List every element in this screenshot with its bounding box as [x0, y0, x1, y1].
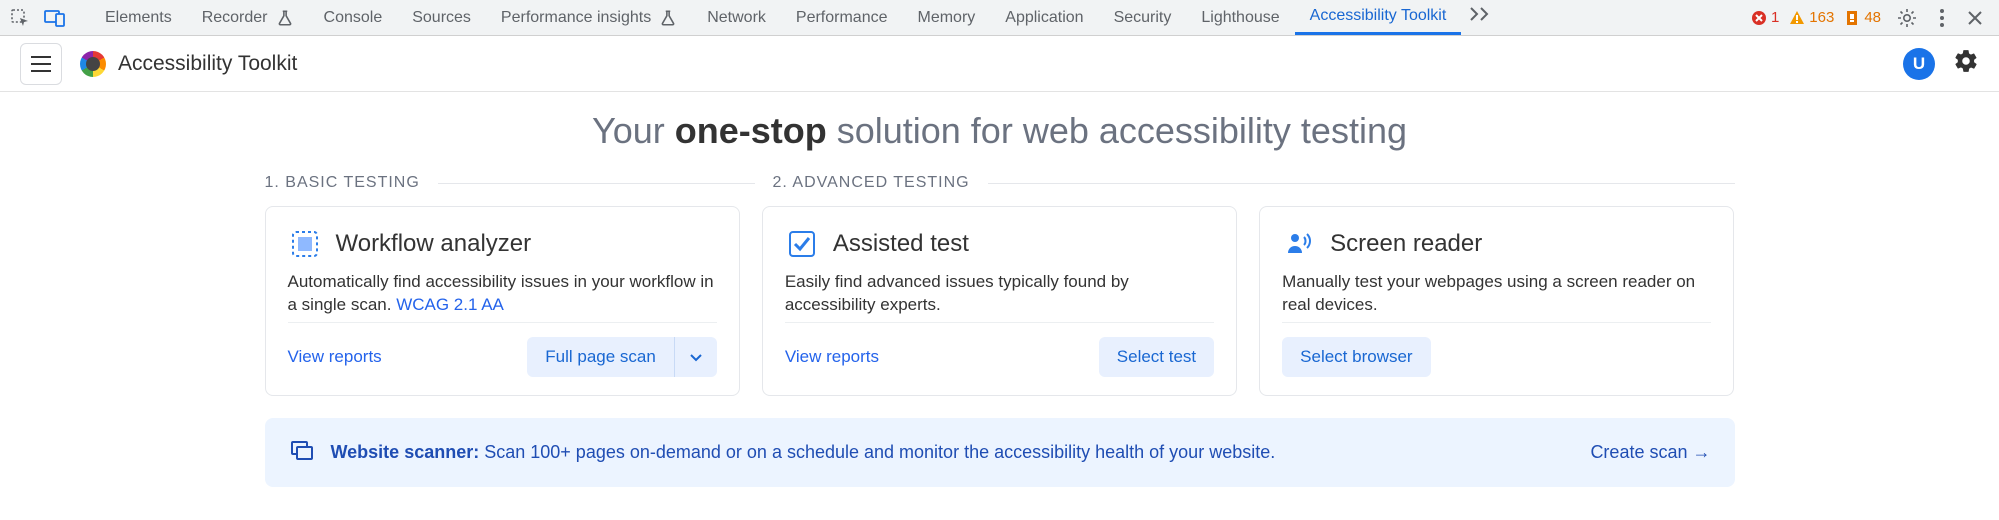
card-title: Workflow analyzer — [336, 230, 532, 258]
screen-reader-icon — [1282, 227, 1316, 261]
tab-label: Elements — [105, 9, 172, 27]
card-description: Automatically find accessibility issues … — [288, 271, 717, 317]
devtools-tab-lighthouse[interactable]: Lighthouse — [1186, 0, 1294, 35]
tab-label: Lighthouse — [1201, 9, 1279, 27]
section-label-advanced: 2. ADVANCED TESTING — [755, 174, 988, 192]
headline-post: solution for web accessibility testing — [827, 110, 1407, 151]
devtools-tab-memory[interactable]: Memory — [903, 0, 991, 35]
headline: Your one-stop solution for web accessibi… — [0, 110, 1999, 152]
card-actions: Select browser — [1282, 322, 1711, 377]
tab-label: Application — [1005, 9, 1083, 27]
devtools-close-icon[interactable] — [1961, 10, 1989, 26]
issue-count-badge[interactable]: 48 — [1844, 9, 1881, 26]
banner-text: Website scanner: Scan 100+ pages on-dema… — [331, 442, 1276, 463]
tab-label: Security — [1114, 9, 1172, 27]
flask-icon — [659, 9, 677, 27]
devtools-tab-performance[interactable]: Performance — [781, 0, 903, 35]
card-title: Screen reader — [1330, 230, 1482, 258]
tab-label: Recorder — [202, 9, 268, 27]
card-description: Manually test your webpages using a scre… — [1282, 271, 1711, 317]
warning-count-badge[interactable]: 163 — [1789, 9, 1834, 26]
devtools-tabs: Elements Recorder Console Sources Perfor… — [90, 0, 1499, 35]
card-workflow-analyzer: Workflow analyzer Automatically find acc… — [265, 206, 740, 396]
tab-label: Performance — [796, 9, 888, 27]
banner-lead: Website scanner: — [331, 442, 485, 462]
website-scanner-icon — [289, 438, 313, 467]
create-scan-button[interactable]: Create scan → — [1590, 442, 1710, 463]
wcag-link[interactable]: WCAG 2.1 AA — [396, 295, 504, 314]
select-test-button[interactable]: Select test — [1099, 337, 1214, 377]
error-count-badge[interactable]: 1 — [1751, 9, 1779, 26]
devtools-tab-application[interactable]: Application — [990, 0, 1098, 35]
divider — [438, 183, 755, 184]
website-scanner-banner: Website scanner: Scan 100+ pages on-dema… — [265, 418, 1735, 487]
tab-label: Network — [707, 9, 766, 27]
inspect-element-icon[interactable] — [10, 8, 30, 28]
devtools-settings-icon[interactable] — [1891, 8, 1923, 28]
gear-icon — [1953, 48, 1979, 74]
card-description: Easily find advanced issues typically fo… — [785, 271, 1214, 317]
hamburger-icon — [30, 55, 52, 73]
devtools-tab-elements[interactable]: Elements — [90, 0, 187, 35]
section-labels-row: 1. BASIC TESTING 2. ADVANCED TESTING — [265, 174, 1735, 192]
panel-header-right: U — [1903, 48, 1979, 80]
card-screen-reader: Screen reader Manually test your webpage… — [1259, 206, 1734, 396]
tab-label: Console — [324, 9, 383, 27]
full-page-scan-button[interactable]: Full page scan — [527, 337, 675, 377]
devtools-tab-recorder[interactable]: Recorder — [187, 0, 309, 35]
devtools-kebab-icon[interactable] — [1933, 8, 1951, 28]
full-page-scan-button-group: Full page scan — [527, 337, 717, 377]
cards-row: Workflow analyzer Automatically find acc… — [265, 206, 1735, 396]
devtools-left-icons — [10, 8, 90, 28]
device-toggle-icon[interactable] — [44, 8, 66, 28]
card-title: Assisted test — [833, 230, 969, 258]
devtools-tab-security[interactable]: Security — [1099, 0, 1187, 35]
error-count: 1 — [1771, 9, 1779, 26]
tab-label: Memory — [918, 9, 976, 27]
headline-pre: Your — [592, 110, 675, 151]
panel-settings-button[interactable] — [1953, 48, 1979, 79]
product-logo-icon — [80, 51, 106, 77]
menu-button[interactable] — [20, 43, 62, 85]
full-page-scan-dropdown[interactable] — [675, 337, 717, 377]
card-assisted-test: Assisted test Easily find advanced issue… — [762, 206, 1237, 396]
card-actions: View reports Select test — [785, 322, 1214, 377]
error-icon — [1751, 10, 1767, 26]
tab-label: Performance insights — [501, 9, 651, 27]
workflow-analyzer-icon — [288, 227, 322, 261]
warning-count: 163 — [1809, 9, 1834, 26]
flask-icon — [276, 9, 294, 27]
devtools-tab-performance-insights[interactable]: Performance insights — [486, 0, 692, 35]
view-reports-link[interactable]: View reports — [288, 347, 382, 367]
headline-emph: one-stop — [675, 110, 827, 151]
tab-label: Accessibility Toolkit — [1310, 7, 1447, 25]
panel-title: Accessibility Toolkit — [118, 52, 297, 76]
banner-body: Scan 100+ pages on-demand or on a schedu… — [484, 442, 1275, 462]
devtools-tab-accessibility-toolkit[interactable]: Accessibility Toolkit — [1295, 0, 1462, 35]
panel-header: Accessibility Toolkit U — [0, 36, 1999, 92]
issue-count: 48 — [1864, 9, 1881, 26]
view-reports-link[interactable]: View reports — [785, 347, 879, 367]
devtools-right-group: 1 163 48 — [1751, 0, 1989, 35]
devtools-tab-network[interactable]: Network — [692, 0, 781, 35]
section-label-basic: 1. BASIC TESTING — [265, 174, 438, 192]
assisted-test-icon — [785, 227, 819, 261]
avatar[interactable]: U — [1903, 48, 1935, 80]
select-browser-button[interactable]: Select browser — [1282, 337, 1430, 377]
chevron-down-icon — [688, 349, 704, 365]
tab-label: Sources — [412, 9, 471, 27]
issues-icon — [1844, 10, 1860, 26]
devtools-tab-strip: Elements Recorder Console Sources Perfor… — [0, 0, 1999, 36]
main-content: Your one-stop solution for web accessibi… — [0, 92, 1999, 507]
warning-icon — [1789, 10, 1805, 26]
devtools-tabs-overflow-icon[interactable] — [1461, 7, 1499, 28]
devtools-tab-sources[interactable]: Sources — [397, 0, 486, 35]
divider — [988, 183, 1735, 184]
card-actions: View reports Full page scan — [288, 322, 717, 377]
devtools-tab-console[interactable]: Console — [309, 0, 398, 35]
